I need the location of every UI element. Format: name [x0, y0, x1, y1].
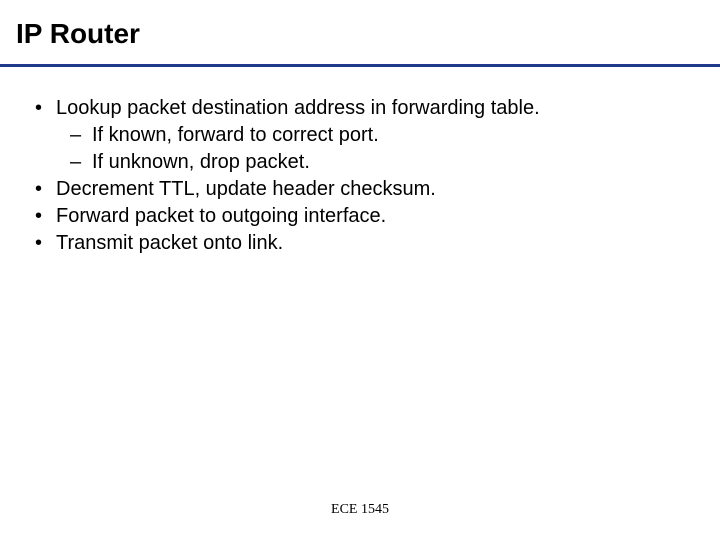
slide: IP Router • Lookup packet destination ad… — [0, 0, 720, 540]
list-item-text: Transmit packet onto link. — [56, 230, 690, 257]
bullet-marker: • — [30, 176, 56, 203]
sub-list-item: – If unknown, drop packet. — [70, 149, 690, 176]
bullet-list: • Lookup packet destination address in f… — [30, 95, 690, 257]
dash-marker: – — [70, 122, 92, 149]
sub-list-item-text: If unknown, drop packet. — [92, 149, 690, 176]
slide-footer: ECE 1545 — [0, 502, 720, 518]
content-area: • Lookup packet destination address in f… — [0, 67, 720, 257]
dash-marker: – — [70, 149, 92, 176]
list-item: • Decrement TTL, update header checksum. — [30, 176, 690, 203]
sub-list-item-text: If known, forward to correct port. — [92, 122, 690, 149]
list-item: • Forward packet to outgoing interface. — [30, 203, 690, 230]
list-item: • Lookup packet destination address in f… — [30, 95, 690, 122]
bullet-marker: • — [30, 203, 56, 230]
list-item-text: Decrement TTL, update header checksum. — [56, 176, 690, 203]
bullet-marker: • — [30, 230, 56, 257]
sub-list: – If known, forward to correct port. – I… — [70, 122, 690, 176]
list-item-text: Lookup packet destination address in for… — [56, 95, 690, 122]
title-area: IP Router — [0, 0, 720, 56]
list-item: • Transmit packet onto link. — [30, 230, 690, 257]
sub-list-item: – If known, forward to correct port. — [70, 122, 690, 149]
bullet-marker: • — [30, 95, 56, 122]
slide-title: IP Router — [16, 18, 704, 50]
list-item-text: Forward packet to outgoing interface. — [56, 203, 690, 230]
